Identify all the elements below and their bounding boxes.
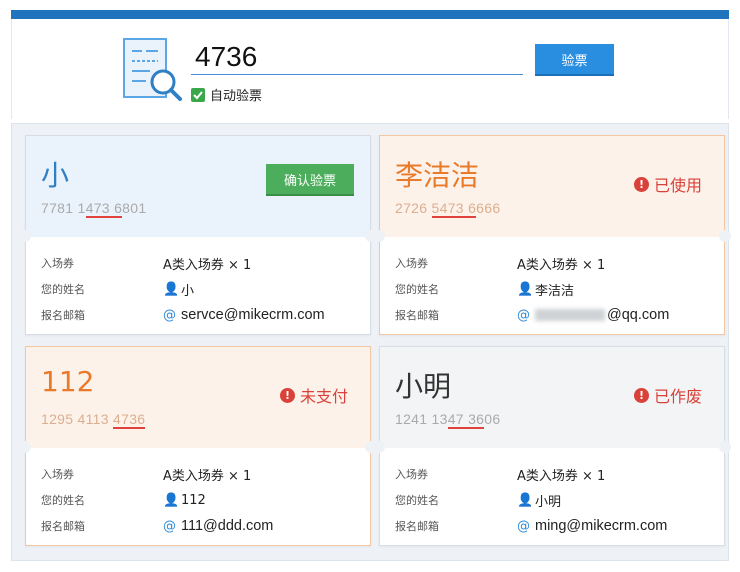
status-badge: ! 已作废 — [633, 383, 702, 407]
results-panel: 小 7781 1473 6801 确认验票 入场券 A类入场券 × 1 您的姓名 👤… — [11, 123, 731, 561]
ticket-notch — [373, 441, 385, 453]
ticket-card: 小明 1241 1347 3606 ! 已作废 入场券 A类入场券 × 1 您的姓名… — [373, 346, 731, 546]
ticket-row: 入场券 A类入场券 × 1 — [395, 468, 606, 484]
alert-icon: ! — [633, 387, 649, 403]
ticket-card: 112 1295 4113 4736 ! 未支付 入场券 A类入场券 × 1 您的姓… — [19, 346, 377, 546]
ticket-code: 7781 1473 6801 — [41, 200, 147, 218]
name-row: 您的姓名 👤 李洁洁 — [395, 281, 575, 299]
user-icon: 👤 — [517, 281, 534, 297]
email-row: 报名邮箱 @111@ddd.com — [41, 518, 274, 534]
ticket-card: 小 7781 1473 6801 确认验票 入场券 A类入场券 × 1 您的姓名 👤… — [19, 135, 377, 335]
ticket-code-match: 5473 6 — [431, 200, 477, 218]
at-icon: @ — [517, 518, 530, 534]
user-icon: 👤 — [163, 492, 180, 508]
email-row: 报名邮箱 @ servce@mikecrm.com — [41, 307, 325, 323]
ticket-row: 入场券 A类入场券 × 1 — [41, 468, 252, 484]
ticket-code: 2726 5473 6666 — [395, 200, 501, 218]
ticket-notch — [19, 230, 31, 242]
ticket-code-match: 4736 — [113, 411, 146, 429]
alert-icon: ! — [279, 387, 295, 403]
user-icon: 👤 — [163, 281, 180, 297]
auto-verify-checkbox[interactable] — [191, 87, 205, 102]
ticket-row: 入场券 A类入场券 × 1 — [41, 257, 252, 273]
status-badge: ! 未支付 — [279, 383, 348, 407]
verify-header: 验票 自动验票 — [11, 19, 729, 119]
user-icon: 👤 — [517, 492, 534, 508]
top-accent-bar — [11, 10, 729, 19]
ticket-search-icon — [123, 38, 182, 101]
email-row: 报名邮箱 @ @qq.com — [395, 307, 670, 323]
name-row: 您的姓名 👤 小明 — [395, 492, 562, 510]
masked-email — [535, 309, 605, 321]
confirm-verify-button[interactable]: 确认验票 — [266, 164, 354, 196]
attendee-name: 李洁洁 — [395, 159, 480, 192]
name-row: 您的姓名 👤 112 — [41, 492, 206, 508]
ticket-card: 李洁洁 2726 5473 6666 ! 已使用 入场券 A类入场券 × 1 您的姓… — [373, 135, 731, 335]
at-icon: @ — [163, 307, 176, 323]
attendee-name: 112 — [41, 365, 95, 398]
status-badge: ! 已使用 — [633, 172, 702, 196]
ticket-notch — [19, 441, 31, 453]
email-row: 报名邮箱 @ ming@mikecrm.com — [395, 518, 668, 534]
ticket-notch — [373, 230, 385, 242]
at-icon: @ — [517, 307, 530, 323]
check-icon — [193, 90, 203, 99]
ticket-code-input[interactable] — [191, 39, 523, 75]
attendee-name: 小明 — [395, 370, 452, 403]
alert-icon: ! — [633, 176, 649, 192]
auto-verify-toggle[interactable]: 自动验票 — [191, 85, 262, 104]
ticket-notch — [719, 230, 731, 242]
ticket-code: 1241 1347 3606 — [395, 411, 501, 429]
at-icon: @ — [163, 518, 176, 534]
ticket-notch — [719, 441, 731, 453]
verify-button[interactable]: 验票 — [535, 44, 614, 76]
name-row: 您的姓名 👤 小 — [41, 281, 195, 299]
attendee-name: 小 — [41, 159, 70, 192]
ticket-code: 1295 4113 4736 — [41, 411, 146, 429]
ticket-code-match: 47 36 — [447, 411, 485, 429]
ticket-row: 入场券 A类入场券 × 1 — [395, 257, 606, 273]
ticket-code-match: 473 6 — [85, 200, 123, 218]
auto-verify-label: 自动验票 — [210, 89, 263, 104]
